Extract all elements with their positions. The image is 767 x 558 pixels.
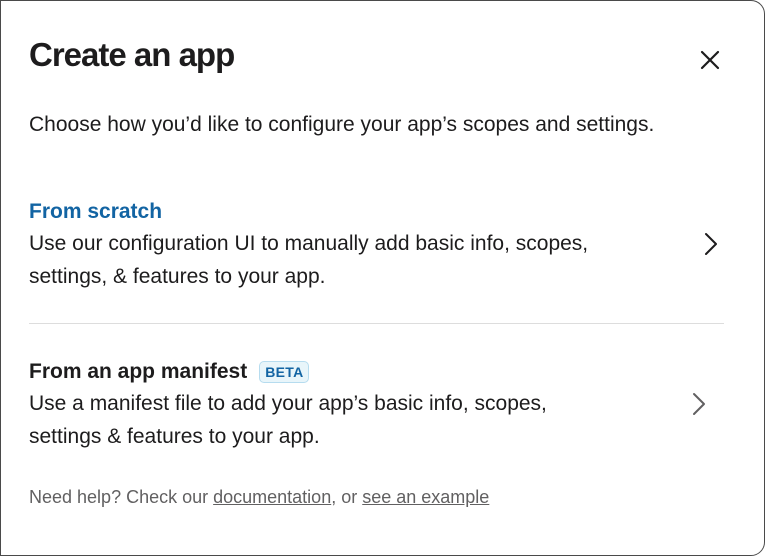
close-button[interactable]	[693, 43, 727, 77]
modal-subtitle: Choose how you’d like to configure your …	[29, 113, 655, 136]
beta-badge: BETA	[259, 361, 310, 383]
modal-title: Create an app	[29, 36, 235, 73]
help-text: Need help? Check our documentation, or s…	[29, 485, 489, 509]
create-app-modal: Create an app Choose how you’d like to c…	[0, 0, 765, 556]
from-scratch-description-line: Use our configuration UI to manually add…	[29, 232, 589, 255]
from-manifest-description-line: Use a manifest file to add your app’s ba…	[29, 392, 547, 415]
from-scratch-option[interactable]: From scratch Use our configuration UI to…	[29, 197, 724, 297]
from-scratch-description-line: settings, & features to your app.	[29, 265, 326, 288]
help-middle: , or	[331, 487, 363, 507]
chevron-right-icon[interactable]	[701, 229, 721, 259]
from-scratch-description: Use our configuration UI to manually add…	[29, 227, 629, 293]
see-example-link[interactable]: see an example	[362, 487, 489, 507]
documentation-link[interactable]: documentation	[213, 487, 331, 507]
from-scratch-title[interactable]: From scratch	[29, 197, 162, 227]
chevron-right-icon[interactable]	[689, 389, 709, 419]
from-manifest-description: Use a manifest file to add your app’s ba…	[29, 387, 629, 453]
from-manifest-title[interactable]: From an app manifest	[29, 357, 247, 387]
divider	[29, 323, 724, 324]
from-manifest-option[interactable]: From an app manifest BETA Use a manifest…	[29, 357, 724, 457]
help-prefix: Need help? Check our	[29, 487, 214, 507]
close-icon	[700, 50, 720, 70]
from-manifest-description-line: settings & features to your app.	[29, 425, 320, 448]
